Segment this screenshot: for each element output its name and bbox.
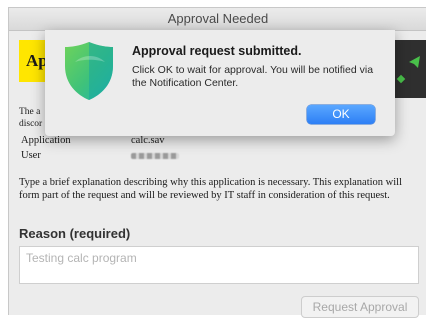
explanation-text: Type a brief explanation describing why … <box>19 177 402 201</box>
user-row: User <box>21 150 179 161</box>
application-row: Application calc.sav <box>21 135 165 146</box>
application-value: calc.sav <box>131 135 165 146</box>
request-approval-button[interactable]: Request Approval <box>301 296 419 318</box>
window-title: Approval Needed <box>9 8 426 31</box>
ok-button[interactable]: OK <box>307 105 375 124</box>
reason-label: Reason (required) <box>19 226 131 241</box>
application-label: Application <box>21 135 71 146</box>
user-value-redacted <box>131 153 179 159</box>
header-graphic <box>393 40 426 98</box>
reason-input[interactable]: Testing calc program <box>19 246 419 284</box>
alert-title: Approval request submitted. <box>132 44 302 58</box>
alert-message: Click OK to wait for approval. You will … <box>132 64 374 89</box>
approval-alert: Approval request submitted. Click OK to … <box>45 30 395 136</box>
shield-icon <box>63 40 115 107</box>
arrow-icon <box>396 56 420 84</box>
user-label: User <box>21 150 41 161</box>
